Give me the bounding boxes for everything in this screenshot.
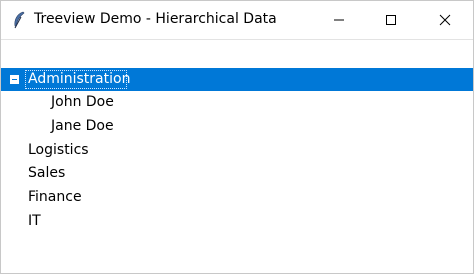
minimize-icon <box>333 11 345 30</box>
tree-item-label: Administration <box>28 71 131 87</box>
tree-item-sales[interactable]: Sales <box>1 162 473 185</box>
tree-item-label: Sales <box>28 165 66 181</box>
tree-item-finance[interactable]: Finance <box>1 186 473 209</box>
app-window: Treeview Demo - Hierarchical Data Admini… <box>0 0 474 274</box>
tree-item-jane-doe[interactable]: Jane Doe <box>1 115 473 138</box>
collapse-icon[interactable] <box>10 75 19 84</box>
minimize-button[interactable] <box>313 1 365 39</box>
tree-item-logistics[interactable]: Logistics <box>1 139 473 162</box>
maximize-button[interactable] <box>365 1 417 39</box>
tree-item-label: IT <box>28 213 41 229</box>
tree-item-john-doe[interactable]: John Doe <box>1 91 473 114</box>
maximize-icon <box>385 11 397 30</box>
close-icon <box>439 11 451 30</box>
close-button[interactable] <box>419 1 471 39</box>
tree-item-label: Logistics <box>28 142 89 158</box>
tree-item-label: Jane Doe <box>51 118 114 134</box>
window-title: Treeview Demo - Hierarchical Data <box>34 11 277 27</box>
tree-item-it[interactable]: IT <box>1 210 473 233</box>
tree-item-administration[interactable]: Administration <box>1 68 473 91</box>
title-bar[interactable]: Treeview Demo - Hierarchical Data <box>1 1 473 40</box>
feather-icon <box>11 11 27 29</box>
treeview[interactable]: Administration John Doe Jane Doe Logisti… <box>1 40 473 273</box>
tree-item-label: John Doe <box>51 94 114 110</box>
tree-item-label: Finance <box>28 189 82 205</box>
